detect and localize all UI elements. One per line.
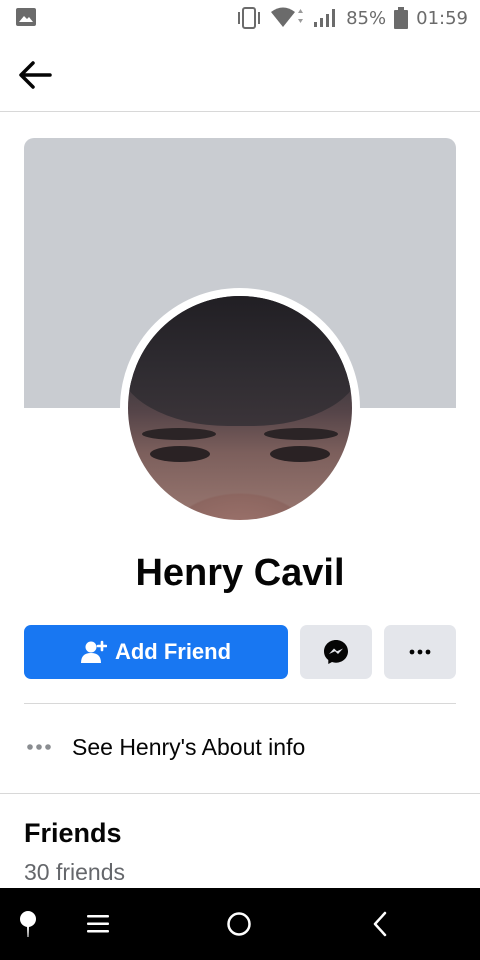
friends-heading: Friends bbox=[24, 818, 122, 848]
wifi-icon bbox=[271, 7, 304, 27]
signal-icon bbox=[314, 9, 336, 27]
gallery-icon bbox=[16, 8, 36, 26]
battery-icon bbox=[394, 7, 409, 29]
back-button[interactable] bbox=[14, 54, 56, 96]
battery-percent: 85% bbox=[346, 7, 387, 29]
about-info-label: See Henry's About info bbox=[72, 733, 306, 760]
assistant-icon bbox=[20, 911, 36, 937]
more-options-button[interactable] bbox=[384, 625, 456, 679]
system-nav-bar bbox=[0, 888, 480, 960]
vibrate-icon bbox=[238, 7, 261, 29]
recent-apps-button[interactable] bbox=[78, 904, 118, 944]
profile-picture[interactable] bbox=[128, 296, 352, 520]
arrow-left-icon bbox=[19, 61, 52, 89]
menu-icon bbox=[87, 915, 109, 933]
friends-count[interactable]: 30 friends bbox=[24, 859, 125, 886]
system-back-button[interactable] bbox=[360, 904, 400, 944]
add-friend-button[interactable]: Add Friend bbox=[24, 625, 288, 679]
home-button[interactable] bbox=[219, 904, 259, 944]
see-about-info-link[interactable]: See Henry's About info bbox=[24, 722, 456, 772]
divider bbox=[24, 703, 456, 704]
avatar-eye-left bbox=[150, 446, 210, 462]
more-horizontal-icon bbox=[27, 744, 51, 750]
home-circle-icon bbox=[227, 912, 251, 936]
avatar-brow-right bbox=[264, 428, 338, 440]
assistant-button[interactable] bbox=[8, 904, 48, 944]
section-divider bbox=[0, 793, 480, 794]
profile-name: Henry Cavil bbox=[135, 552, 345, 594]
status-icons: 85% 01:59 bbox=[236, 6, 468, 30]
app-bar bbox=[0, 36, 480, 112]
add-person-icon bbox=[80, 640, 107, 663]
avatar-brow-left bbox=[142, 428, 216, 440]
status-bar: 85% 01:59 bbox=[0, 0, 480, 36]
back-chevron-icon bbox=[373, 911, 387, 937]
avatar-hair bbox=[128, 296, 352, 426]
add-friend-label: Add Friend bbox=[114, 639, 232, 664]
avatar-eye-right bbox=[270, 446, 330, 462]
clock: 01:59 bbox=[416, 7, 468, 29]
message-button[interactable] bbox=[300, 625, 372, 679]
more-horizontal-icon bbox=[409, 649, 431, 655]
messenger-icon bbox=[324, 640, 348, 664]
